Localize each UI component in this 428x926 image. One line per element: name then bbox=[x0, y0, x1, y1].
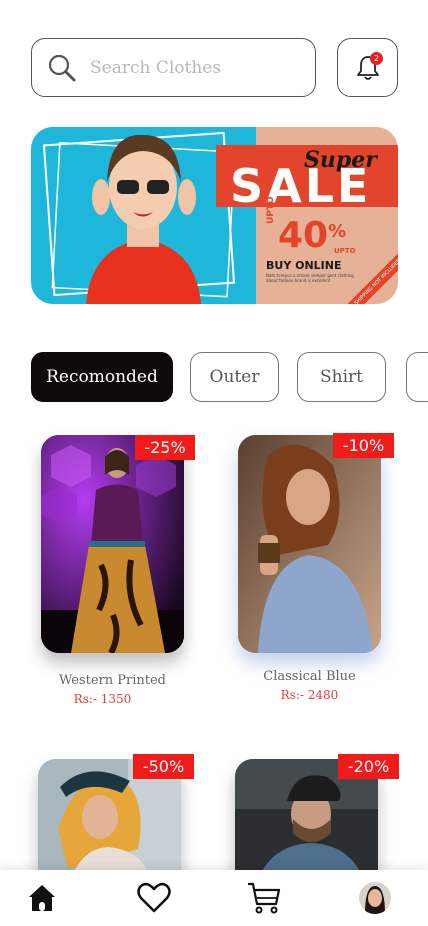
avatar bbox=[359, 882, 391, 914]
home-icon bbox=[29, 885, 55, 911]
discount-badge: -10% bbox=[333, 433, 394, 458]
cart-icon bbox=[248, 882, 281, 914]
product-price: Rs:- 2480 bbox=[280, 688, 339, 702]
chip-outer[interactable]: Outer bbox=[190, 352, 279, 402]
nav-wishlist[interactable] bbox=[136, 880, 172, 916]
banner-promo-panel: Super SALE UPTO 40% UPTO BUY ONLINE Nam … bbox=[216, 127, 398, 304]
category-chips: Recomonded Outer Shirt bbox=[31, 352, 428, 402]
product-image bbox=[238, 435, 381, 653]
discount-badge: -25% bbox=[135, 435, 195, 460]
nav-home[interactable] bbox=[24, 880, 60, 916]
notification-button[interactable]: 2 bbox=[337, 38, 398, 97]
nav-cart[interactable] bbox=[246, 880, 282, 916]
banner-sale: SALE bbox=[230, 159, 372, 213]
banner-buy-online: BUY ONLINE bbox=[266, 259, 342, 272]
promo-banner[interactable]: Super SALE UPTO 40% UPTO BUY ONLINE Nam … bbox=[31, 127, 398, 304]
bottom-nav bbox=[0, 870, 428, 926]
discount-badge: -20% bbox=[338, 754, 399, 779]
notification-badge: 2 bbox=[370, 52, 383, 65]
chip-shirt[interactable]: Shirt bbox=[297, 352, 386, 402]
chip-more[interactable] bbox=[406, 352, 428, 402]
search-icon bbox=[48, 54, 76, 81]
banner-ribbon: SHIPPING NOT INCLUDED bbox=[346, 250, 398, 304]
heart-icon bbox=[137, 882, 171, 913]
product-name: Classical Blue bbox=[263, 669, 356, 684]
banner-upto-side: UPTO bbox=[266, 196, 276, 224]
chip-recomonded[interactable]: Recomonded bbox=[31, 352, 173, 402]
search-bar[interactable] bbox=[31, 38, 316, 97]
product-name: Western Printed bbox=[58, 673, 167, 688]
banner-fine-print: Nam tempus a ornare semper gent clothing… bbox=[266, 273, 354, 283]
search-input[interactable] bbox=[90, 57, 300, 78]
banner-upto-small: UPTO bbox=[334, 247, 356, 255]
product-image bbox=[41, 435, 184, 653]
discount-badge: -50% bbox=[133, 754, 194, 779]
product-price: Rs:- 1350 bbox=[73, 692, 132, 706]
nav-profile[interactable] bbox=[357, 880, 393, 916]
